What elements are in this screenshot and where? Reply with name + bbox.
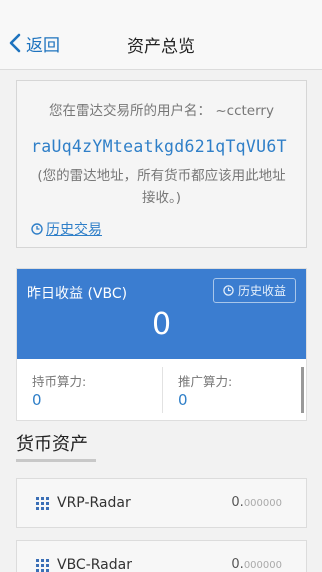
- grid-icon: [36, 497, 49, 510]
- income-header: 昨日收益 (VBC) 历史收益 0: [17, 269, 306, 359]
- asset-balance: 0.000000: [231, 495, 282, 510]
- section-underline: [16, 459, 96, 462]
- hold-power-label: 持币算力:: [32, 374, 87, 389]
- clock-icon: [223, 285, 234, 296]
- history-income-label: 历史收益: [237, 284, 286, 298]
- history-transactions-link[interactable]: 历史交易: [31, 219, 102, 239]
- income-card: 昨日收益 (VBC) 历史收益 0 持币算力: 0 推广算力: 0: [16, 268, 307, 421]
- history-income-button[interactable]: 历史收益: [212, 278, 296, 303]
- username-line: 您在雷达交易所的用户名： ~ccterry: [49, 103, 274, 119]
- asset-balance-dec: 000000: [243, 498, 282, 509]
- asset-name: VRP-Radar: [57, 495, 131, 511]
- grid-icon: [36, 559, 49, 572]
- address-card: 您在雷达交易所的用户名： ~ccterry raUq4zYMteatkgd621…: [16, 80, 307, 248]
- yesterday-income-value: 0: [151, 307, 172, 342]
- asset-balance: 0.000000: [231, 557, 282, 572]
- hold-power-value: 0: [32, 391, 42, 409]
- history-transactions-label: 历史交易: [46, 222, 102, 238]
- address-note: (您的雷达地址，所有货币都应该用此地址接收。): [37, 168, 286, 206]
- currency-assets-title: 货币资产: [16, 434, 88, 455]
- promo-power-label: 推广算力:: [178, 374, 233, 389]
- radar-address[interactable]: raUq4zYMteatkgd621qTqVU6T: [31, 137, 287, 156]
- asset-row-vrp[interactable]: VRP-Radar 0.000000: [16, 478, 307, 528]
- navigation-bar: 返回 资产总览: [0, 0, 322, 70]
- page-title: 资产总览: [127, 37, 195, 57]
- promo-power: 推广算力: 0: [162, 367, 306, 413]
- scrollbar[interactable]: [301, 367, 304, 413]
- asset-balance-int: 0.: [231, 557, 244, 572]
- clock-icon: [31, 223, 43, 235]
- yesterday-income-label: 昨日收益 (VBC): [27, 286, 128, 302]
- asset-name: VBC-Radar: [57, 557, 132, 572]
- hold-power: 持币算力: 0: [17, 367, 162, 413]
- asset-row-vbc[interactable]: VBC-Radar 0.000000: [16, 540, 307, 572]
- promo-power-value: 0: [178, 391, 188, 409]
- asset-balance-dec: 000000: [243, 560, 282, 571]
- asset-balance-int: 0.: [231, 495, 244, 510]
